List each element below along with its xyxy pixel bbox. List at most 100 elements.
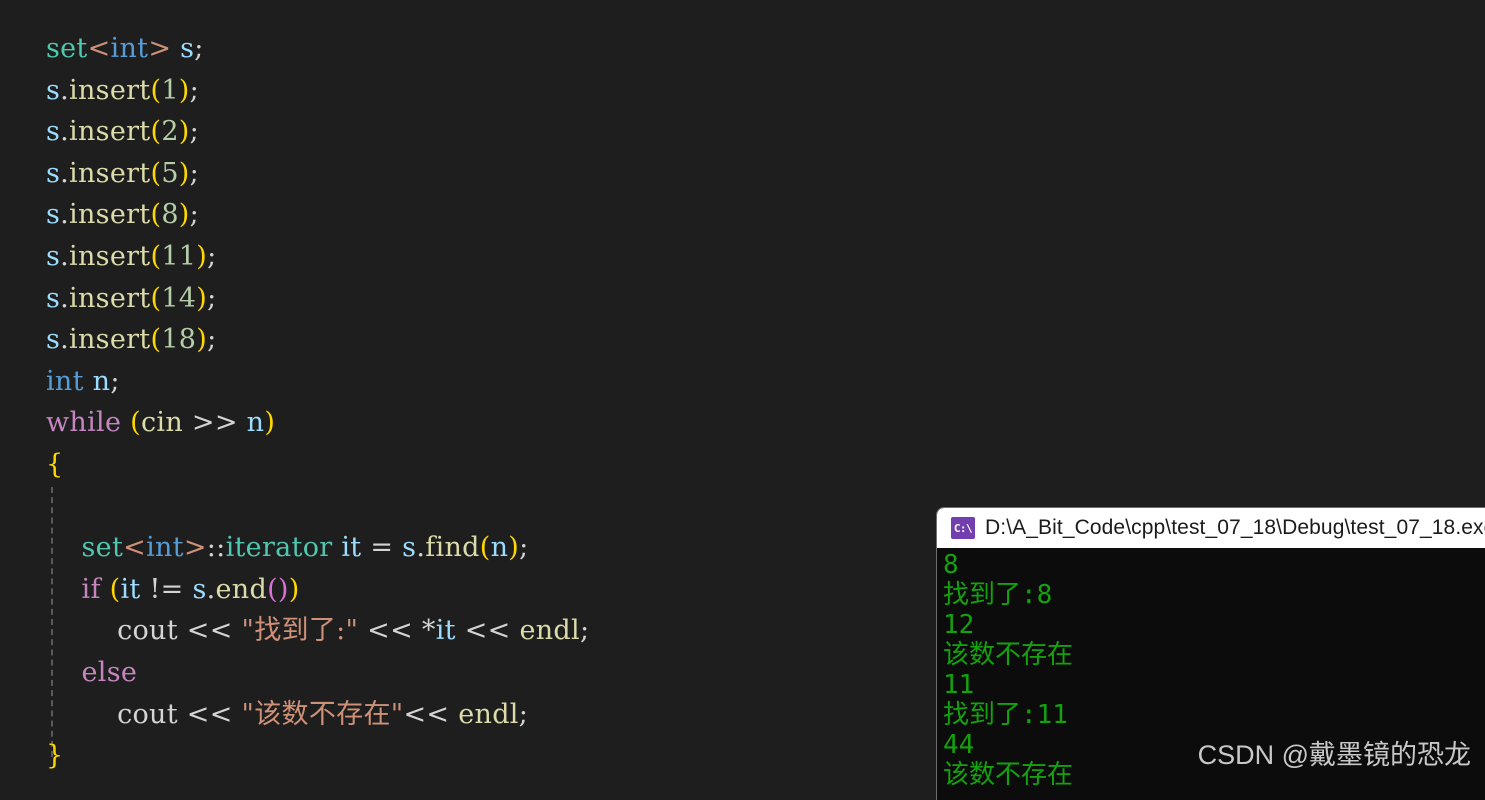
- code-token: (: [479, 532, 491, 564]
- code-token: insert: [69, 324, 151, 356]
- code-token: end: [215, 573, 268, 605]
- code-token: set: [46, 33, 88, 64]
- code-line[interactable]: int n;: [0, 361, 1485, 403]
- code-token: s: [402, 532, 417, 564]
- cmd-prompt-icon: C:\: [951, 517, 975, 539]
- code-token: ;: [518, 698, 529, 730]
- code-token: set: [81, 532, 124, 564]
- code-token: <<: [367, 615, 414, 647]
- code-token: <<: [403, 698, 450, 730]
- code-line[interactable]: s.insert(2);: [0, 111, 1485, 153]
- code-line[interactable]: s.insert(11);: [0, 236, 1485, 278]
- code-token: (: [150, 282, 162, 314]
- code-token: ;: [207, 240, 217, 272]
- code-token: s: [46, 282, 61, 314]
- code-token: s: [46, 74, 61, 106]
- console-output-line: 8: [943, 550, 959, 580]
- code-token: <: [87, 33, 111, 64]
- code-token: ): [178, 116, 190, 148]
- code-token: s: [46, 116, 61, 148]
- code-line[interactable]: while (cin >> n): [0, 402, 1485, 444]
- code-line[interactable]: s.insert(18);: [0, 319, 1485, 361]
- code-token: (: [150, 116, 162, 148]
- code-token: (: [109, 573, 121, 605]
- cmd-icon-glyph: C:\: [953, 521, 973, 535]
- code-token: s: [192, 573, 207, 605]
- code-token: ;: [194, 33, 204, 64]
- code-token: .: [60, 116, 70, 148]
- code-token: ;: [110, 365, 120, 397]
- code-token: it: [435, 615, 456, 647]
- code-token: (: [150, 240, 162, 272]
- code-token: .: [206, 573, 216, 605]
- code-token: it: [341, 532, 362, 564]
- code-token: ;: [189, 199, 200, 231]
- code-line[interactable]: s.insert(14);: [0, 278, 1485, 320]
- code-line[interactable]: {: [0, 444, 1485, 486]
- code-token: int: [46, 365, 84, 397]
- code-token: 2: [161, 116, 179, 148]
- code-token: .: [60, 282, 70, 314]
- code-token: ): [264, 407, 276, 439]
- code-token: ): [178, 199, 190, 231]
- code-token: <<: [464, 615, 511, 647]
- code-token: ): [196, 282, 208, 314]
- code-token: s: [46, 324, 61, 356]
- console-window[interactable]: C:\ D:\A_Bit_Code\cpp\test_07_18\Debug\t…: [936, 507, 1485, 800]
- code-line[interactable]: s.insert(8);: [0, 194, 1485, 236]
- code-token: s: [46, 157, 61, 189]
- code-token: .: [60, 199, 70, 231]
- console-output-line: 该数不存在: [943, 760, 1074, 790]
- code-token: (: [130, 407, 141, 439]
- code-token: s: [46, 240, 61, 272]
- console-titlebar[interactable]: C:\ D:\A_Bit_Code\cpp\test_07_18\Debug\t…: [937, 508, 1485, 548]
- code-token: int: [110, 33, 149, 64]
- code-token: (: [150, 74, 162, 106]
- code-token: ): [196, 240, 208, 272]
- code-token: *: [421, 615, 436, 647]
- code-line[interactable]: s.insert(5);: [0, 153, 1485, 195]
- code-token: .: [416, 532, 426, 564]
- code-token: (: [150, 157, 162, 189]
- code-token: iterator: [225, 532, 333, 564]
- code-token: .: [60, 324, 70, 356]
- code-token: ;: [207, 282, 217, 314]
- code-token: ): [196, 324, 208, 356]
- code-token: >: [148, 33, 172, 64]
- console-output-area[interactable]: 8 找到了:8 12 该数不存在 11 找到了:11 44 该数不存在: [937, 548, 1485, 800]
- code-token: while: [46, 407, 122, 439]
- code-token: insert: [69, 74, 151, 106]
- code-token: else: [81, 656, 138, 688]
- code-token: endl: [458, 698, 519, 730]
- code-line[interactable]: set<int> s;: [0, 28, 1485, 70]
- code-line[interactable]: s.insert(1);: [0, 70, 1485, 112]
- code-token: (: [150, 324, 162, 356]
- code-token: n: [246, 407, 265, 439]
- code-token: n: [92, 365, 111, 397]
- console-output-line: 找到了:8: [943, 580, 1053, 610]
- code-token: if: [81, 573, 101, 605]
- code-token: <<: [186, 698, 233, 730]
- code-token: {: [46, 448, 64, 480]
- code-token: .: [60, 74, 70, 106]
- code-token: >: [183, 532, 207, 564]
- code-token: ): [178, 157, 190, 189]
- code-token: cin: [140, 407, 184, 439]
- code-token: it: [120, 573, 141, 605]
- code-token: ::: [206, 532, 226, 564]
